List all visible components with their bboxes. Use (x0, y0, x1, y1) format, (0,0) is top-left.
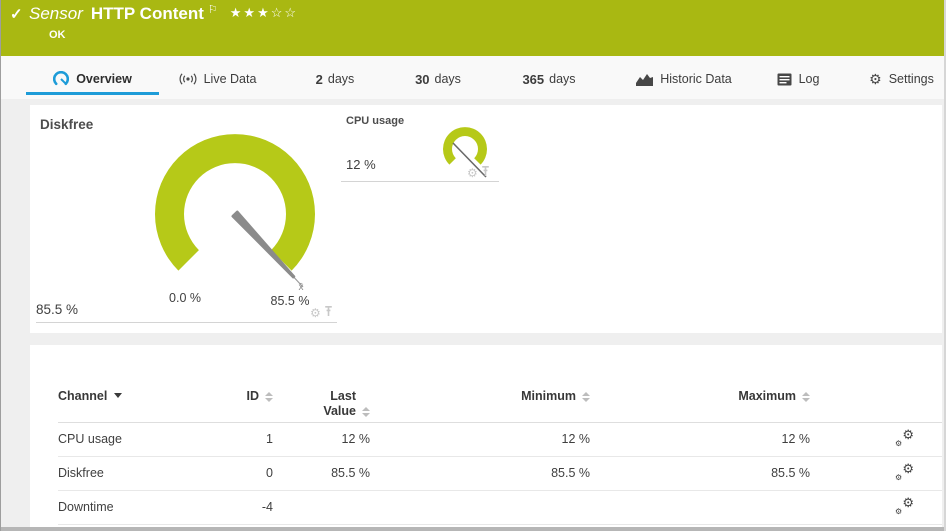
gauge-value: 12 % (346, 157, 376, 172)
column-header-minimum[interactable]: Minimum (370, 345, 590, 423)
column-label: ID (246, 389, 260, 403)
column-label: Minimum (521, 389, 576, 403)
channel-actions: ⚙ ⚙ (810, 422, 942, 457)
sort-desc-icon (114, 393, 123, 398)
check-icon: ✓ (10, 6, 23, 23)
table-row[interactable]: CPU usage 1 12 % 12 % 12 % ⚙ ⚙ (58, 422, 942, 457)
area-chart-icon (636, 73, 654, 86)
channel-maximum (590, 490, 810, 525)
pin-icon[interactable] (481, 164, 490, 182)
gauge-widget-cpu[interactable]: CPU usage 12 % ⚙ (341, 111, 499, 182)
tab-label: days (327, 72, 355, 86)
priority-stars[interactable]: ★★★☆☆ (230, 5, 298, 20)
gauges-panel: Diskfree x̄ 0.0 % 85.5 % 85.5 % ⚙ CPU us… (30, 105, 942, 333)
channel-name[interactable]: Downtime (58, 490, 190, 525)
pin-icon[interactable] (324, 304, 333, 322)
sort-icon (802, 392, 810, 402)
channel-actions: ⚙ ⚙ (810, 490, 942, 525)
tab-historic-data[interactable]: Historic Data (619, 66, 749, 92)
sensor-title: HTTP Content (90, 4, 204, 23)
tab-number: 365 (522, 71, 545, 87)
sort-icon (582, 392, 590, 402)
tab-label: Log (798, 72, 820, 86)
table-header-row: Channel ID Last Value Minimum Maximum (58, 345, 942, 423)
tab-label: Live Data (203, 72, 257, 86)
channel-name[interactable]: Diskfree (58, 456, 190, 491)
channel-settings-icon[interactable]: ⚙ ⚙ (895, 461, 914, 482)
gauge-widget-diskfree[interactable]: Diskfree x̄ 0.0 % 85.5 % 85.5 % ⚙ (36, 111, 337, 323)
gauge-scale-min: 0.0 % (169, 291, 201, 305)
log-list-icon (777, 73, 792, 86)
sensor-header: ✓ Sensor HTTP Content ⚐ ★★★☆☆ OK (1, 0, 944, 56)
channel-minimum: 12 % (370, 422, 590, 457)
window-bottom-edge (1, 527, 944, 531)
tab-number: 30 (415, 71, 430, 87)
channel-id: 1 (190, 422, 273, 457)
channel-maximum: 85.5 % (590, 456, 810, 491)
sort-icon (265, 392, 273, 402)
tab-2-days[interactable]: 2 days (306, 66, 364, 92)
column-header-channel[interactable]: Channel (58, 345, 190, 423)
tab-settings[interactable]: ⚙ Settings (856, 66, 944, 92)
tab-live-data[interactable]: Live Data (169, 66, 266, 92)
channel-name[interactable]: CPU usage (58, 422, 190, 457)
channels-table: Channel ID Last Value Minimum Maximum CP… (58, 345, 942, 525)
tab-365-days[interactable]: 365 days (505, 66, 593, 92)
channel-minimum (370, 490, 590, 525)
tab-number: 2 (315, 71, 323, 87)
table-row[interactable]: Downtime -4 ⚙ ⚙ (58, 490, 942, 525)
table-row[interactable]: Diskfree 0 85.5 % 85.5 % 85.5 % ⚙ ⚙ (58, 456, 942, 491)
flag-icon[interactable]: ⚐ (208, 4, 218, 16)
column-label: Channel (58, 389, 108, 403)
tab-bar: Overview Live Data 2 days 30 days 365 da… (1, 56, 944, 99)
channel-last-value (273, 490, 370, 525)
tab-label: Settings (888, 72, 934, 86)
column-header-actions (810, 345, 942, 423)
diskfree-gauge-arc (155, 134, 316, 288)
channel-id: -4 (190, 490, 273, 525)
channel-settings-icon[interactable]: ⚙ ⚙ (895, 495, 914, 516)
average-marker: x̄ (298, 282, 304, 293)
tab-30-days[interactable]: 30 days (405, 66, 471, 92)
channel-last-value: 12 % (273, 422, 370, 457)
tab-label: days (434, 72, 461, 86)
gauge-icon (53, 71, 70, 87)
object-kind-label: Sensor (29, 4, 83, 23)
tab-overview[interactable]: Overview (26, 66, 159, 95)
channel-actions: ⚙ ⚙ (810, 456, 942, 491)
tab-log[interactable]: Log (767, 66, 829, 92)
tab-label: Historic Data (660, 72, 732, 86)
channels-panel: Channel ID Last Value Minimum Maximum CP… (30, 345, 942, 531)
gear-icon[interactable]: ⚙ (467, 167, 478, 179)
sort-icon (362, 407, 370, 417)
column-header-id[interactable]: ID (190, 345, 273, 423)
column-label: Last Value (323, 389, 356, 418)
column-label: Maximum (738, 389, 796, 403)
gauge-value: 85.5 % (36, 302, 79, 317)
tab-label: Overview (76, 72, 132, 86)
column-header-maximum[interactable]: Maximum (590, 345, 810, 423)
channel-minimum: 85.5 % (370, 456, 590, 491)
channel-settings-icon[interactable]: ⚙ ⚙ (895, 427, 914, 448)
channel-maximum: 12 % (590, 422, 810, 457)
sensor-window: ✓ Sensor HTTP Content ⚐ ★★★☆☆ OK Overview (0, 0, 946, 531)
gear-icon[interactable]: ⚙ (310, 307, 321, 319)
column-header-last-value[interactable]: Last Value (273, 345, 370, 423)
tab-label: days (549, 72, 576, 86)
status-badge: OK (49, 29, 66, 41)
channel-last-value: 85.5 % (273, 456, 370, 491)
live-data-icon (179, 72, 197, 86)
gear-icon: ⚙ (869, 70, 882, 87)
channel-id: 0 (190, 456, 273, 491)
